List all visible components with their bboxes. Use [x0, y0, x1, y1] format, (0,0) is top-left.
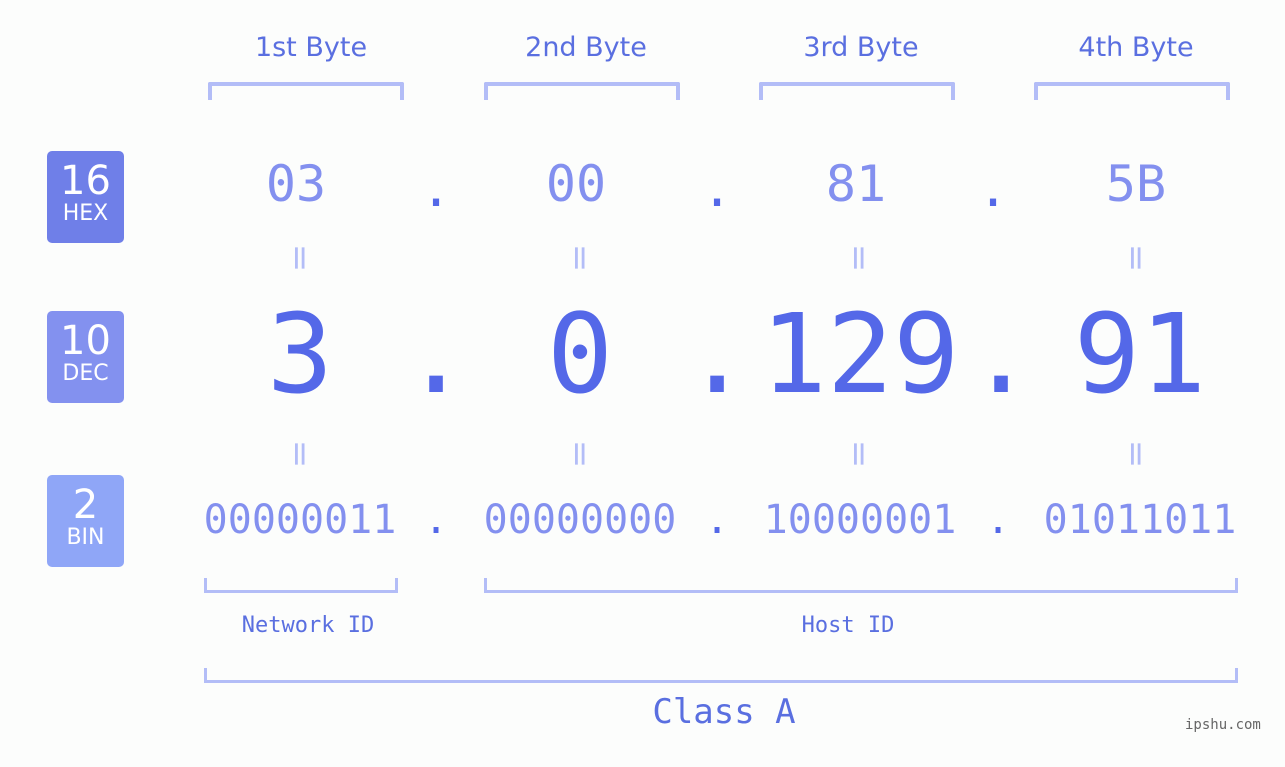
byte-label-1: 1st Byte: [254, 32, 368, 63]
dec-separator-2: .: [684, 290, 751, 418]
byte-label-2: 2nd Byte: [525, 32, 647, 63]
bin-base-label: BIN: [66, 525, 105, 550]
equals-sign: =: [280, 439, 320, 469]
dec-base-label: DEC: [62, 361, 109, 386]
byte-bracket-1: [208, 82, 404, 100]
bin-byte-2: 00000000: [483, 497, 677, 543]
byte-bracket-4: [1034, 82, 1230, 100]
bin-byte-3: 10000001: [763, 497, 957, 543]
hex-base-label: HEX: [62, 201, 109, 226]
byte-bracket-3: [759, 82, 955, 100]
dec-separator-3: .: [968, 290, 1035, 418]
bin-separator-2: .: [704, 497, 730, 543]
hex-badge: 16 HEX: [47, 151, 124, 243]
class-bracket: [204, 668, 1238, 683]
byte-label-3: 3rd Byte: [803, 32, 919, 63]
network-id-label: Network ID: [241, 613, 375, 638]
dec-separator-1: .: [403, 290, 470, 418]
equals-sign: =: [280, 243, 320, 273]
dec-badge: 10 DEC: [47, 311, 124, 403]
byte-bracket-2: [484, 82, 680, 100]
bin-separator-3: .: [985, 497, 1011, 543]
byte-label-4: 4th Byte: [1078, 32, 1194, 63]
equals-sign: =: [560, 243, 600, 273]
site-watermark: ipshu.com: [1185, 717, 1261, 733]
hex-separator-1: .: [420, 160, 452, 218]
hex-byte-1: 03: [265, 155, 327, 213]
bin-separator-1: .: [423, 497, 449, 543]
hex-byte-2: 00: [545, 155, 607, 213]
dec-byte-3: 129: [760, 290, 960, 418]
equals-sign: =: [560, 439, 600, 469]
hex-separator-2: .: [701, 160, 733, 218]
bin-byte-4: 01011011: [1043, 497, 1237, 543]
dec-base-number: 10: [60, 318, 111, 364]
dec-byte-4: 91: [1073, 290, 1207, 418]
equals-sign: =: [1116, 439, 1156, 469]
bin-base-number: 2: [72, 482, 99, 528]
class-label: Class A: [652, 692, 796, 732]
network-id-bracket: [204, 578, 398, 593]
hex-byte-3: 81: [825, 155, 887, 213]
host-id-label: Host ID: [801, 613, 895, 638]
dec-byte-2: 0: [546, 290, 614, 418]
hex-byte-4: 5B: [1105, 155, 1167, 213]
host-id-bracket: [484, 578, 1238, 593]
bin-badge: 2 BIN: [47, 475, 124, 567]
bin-byte-1: 00000011: [203, 497, 397, 543]
equals-sign: =: [839, 243, 879, 273]
equals-sign: =: [1116, 243, 1156, 273]
hex-separator-3: .: [977, 160, 1009, 218]
hex-base-number: 16: [60, 158, 111, 204]
equals-sign: =: [839, 439, 879, 469]
dec-byte-1: 3: [266, 290, 334, 418]
